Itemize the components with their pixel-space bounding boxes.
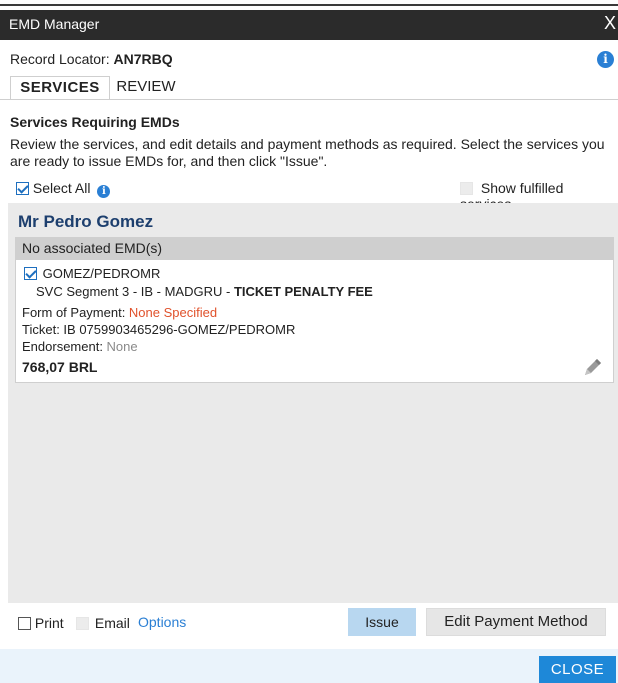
segment-text: SVC Segment 3 - IB - MADGRU - (36, 284, 234, 299)
email-option: Email (76, 615, 130, 631)
issue-button[interactable]: Issue (348, 608, 416, 636)
tab-divider (0, 99, 618, 100)
tab-review[interactable]: REVIEW (113, 76, 179, 100)
ticket-row: Ticket: IB 0759903465296-GOMEZ/PEDROMR (22, 321, 295, 338)
edit-payment-method-button[interactable]: Edit Payment Method (426, 608, 606, 636)
print-label[interactable]: Print (35, 615, 64, 631)
info-icon[interactable]: i (597, 51, 614, 68)
service-checkbox[interactable] (24, 267, 37, 280)
service-segment-row: SVC Segment 3 - IB - MADGRU - TICKET PEN… (36, 284, 373, 299)
service-card: No associated EMD(s) GOMEZ/PEDROMR SVC S… (15, 237, 614, 383)
title-bar: EMD Manager X (0, 10, 618, 40)
window-close-icon[interactable]: X (604, 14, 616, 32)
close-button[interactable]: CLOSE (539, 656, 616, 683)
form-of-payment-row: Form of Payment: None Specified (22, 304, 295, 321)
options-link[interactable]: Options (138, 614, 186, 630)
service-amount: 768,07 BRL (22, 359, 98, 375)
top-strip (0, 0, 618, 10)
top-divider (0, 4, 618, 6)
select-all-info-icon[interactable]: i (97, 185, 111, 198)
select-all-checkbox[interactable] (16, 182, 29, 195)
service-details: Form of Payment: None Specified Ticket: … (22, 304, 295, 355)
record-locator-label: Record Locator: (10, 51, 114, 67)
passenger-name: Mr Pedro Gomez (18, 212, 154, 231)
email-checkbox[interactable] (76, 617, 89, 630)
endorsement-value: None (106, 339, 138, 354)
window-title: EMD Manager (9, 16, 100, 32)
print-option: Print (18, 615, 64, 631)
record-locator-value: AN7RBQ (113, 51, 173, 67)
emd-status-text: No associated EMD(s) (22, 240, 163, 256)
select-all-row: Select All i (16, 180, 111, 198)
emd-status-header: No associated EMD(s) (16, 238, 613, 260)
section-description: Review the services, and edit details an… (10, 136, 605, 169)
fop-value: None Specified (128, 305, 218, 320)
endorsement-label: Endorsement: (22, 339, 107, 354)
bottom-bar (0, 649, 618, 683)
service-pax-code: GOMEZ/PEDROMR (42, 266, 161, 281)
show-fulfilled-checkbox[interactable] (460, 182, 473, 195)
select-all-label[interactable]: Select All (33, 180, 91, 196)
endorsement-row: Endorsement: None (22, 338, 295, 355)
email-label[interactable]: Email (95, 615, 130, 631)
pencil-icon[interactable] (582, 358, 604, 378)
record-locator: Record Locator: AN7RBQ (10, 51, 173, 67)
ticket-value: IB 0759903465296-GOMEZ/PEDROMR (63, 322, 296, 337)
tab-services[interactable]: SERVICES (10, 76, 110, 100)
service-pax-row: GOMEZ/PEDROMR (24, 266, 160, 281)
service-name: TICKET PENALTY FEE (233, 284, 373, 299)
section-title: Services Requiring EMDs (10, 114, 180, 130)
fop-label: Form of Payment: (22, 305, 129, 320)
print-checkbox[interactable] (18, 617, 31, 630)
ticket-label: Ticket: (22, 322, 64, 337)
